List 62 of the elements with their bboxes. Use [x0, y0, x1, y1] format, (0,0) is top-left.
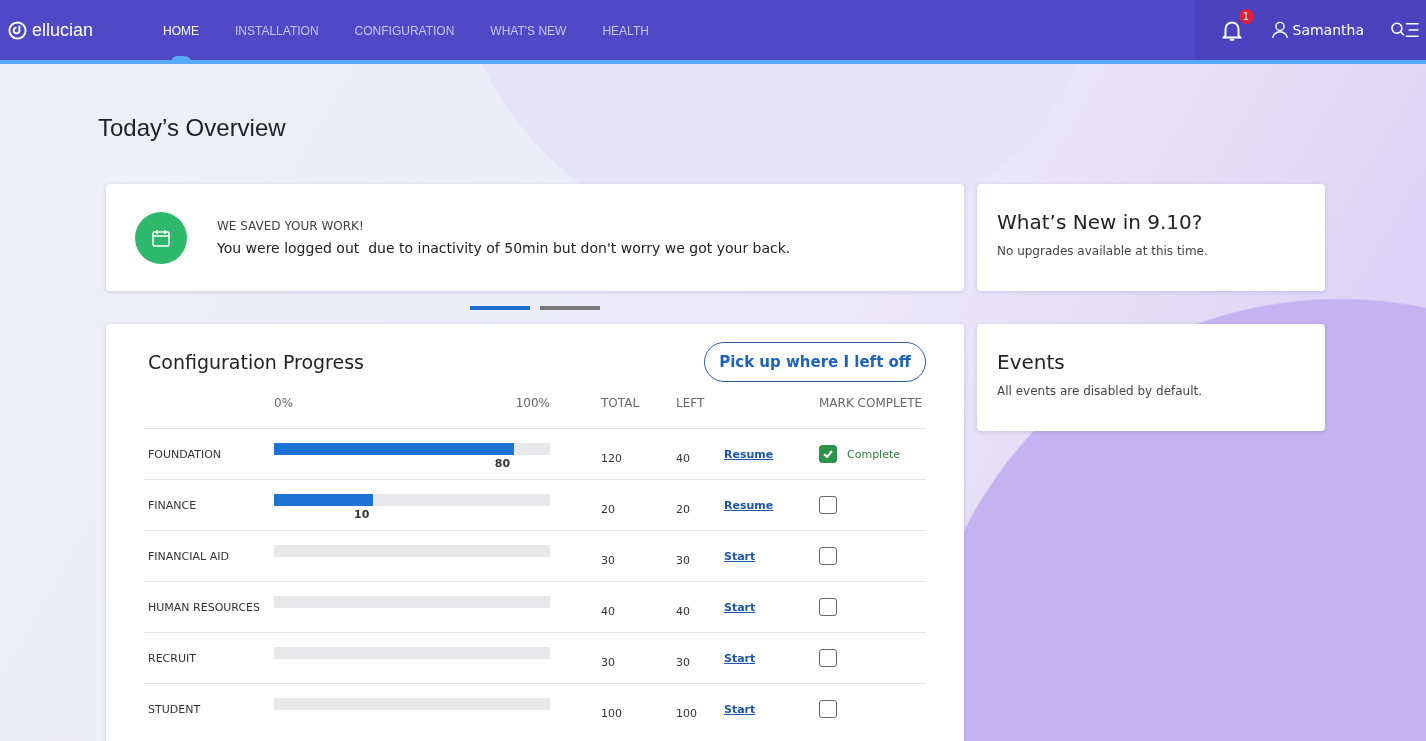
total-count: 30 — [601, 552, 616, 567]
nav-tab[interactable]: INSTALLATION — [235, 0, 319, 60]
person-icon — [1270, 20, 1289, 40]
checkbox[interactable] — [819, 598, 837, 616]
nav-tab[interactable]: HEALTH — [602, 0, 649, 60]
progress-value: 80 — [494, 457, 511, 470]
left-count: 40 — [676, 603, 691, 618]
logo-text: ellucian — [32, 19, 94, 41]
column-header: TOTAL — [601, 396, 641, 410]
checkbox[interactable] — [819, 445, 837, 463]
notice-message: You were logged out due to inactivity of 50min but don't worry we got your back. — [217, 240, 791, 256]
card-text: All events are disabled by default. — [997, 384, 1204, 398]
total-count: 120 — [601, 450, 623, 465]
card-text: No upgrades available at this time. — [997, 244, 1209, 258]
logo-icon — [8, 20, 27, 40]
left-count: 30 — [676, 654, 691, 669]
notification-badge: 1 — [1238, 9, 1254, 24]
left-count: 100 — [676, 705, 698, 720]
column-header: LEFT — [676, 396, 706, 410]
nav-tab[interactable]: WHAT'S NEW — [490, 0, 567, 60]
left-count: 20 — [676, 501, 691, 516]
checkbox[interactable] — [819, 496, 837, 514]
checkbox[interactable] — [819, 649, 837, 667]
total-count: 30 — [601, 654, 616, 669]
card-title: Configuration Progress — [148, 351, 364, 373]
resume-button[interactable]: Pick up where I left off — [704, 342, 926, 382]
progress-value: 10 — [354, 508, 370, 521]
module-name: HUMAN RESOURCES — [147, 600, 262, 614]
nav-tab[interactable]: CONFIGURATION — [354, 0, 455, 60]
search-menu-icon[interactable] — [1390, 21, 1420, 39]
notice-title: WE SAVED YOUR WORK! — [217, 219, 365, 233]
card-title: What’s New in 9.10? — [997, 210, 1204, 234]
status-text: Complete — [847, 447, 900, 461]
total-count: 100 — [601, 705, 623, 720]
action-link[interactable]: Start — [724, 600, 756, 614]
column-header: 100% — [515, 396, 550, 410]
left-count: 30 — [676, 552, 691, 567]
left-count: 40 — [676, 450, 691, 465]
calendar-icon — [135, 211, 187, 264]
total-count: 40 — [601, 603, 616, 618]
carousel-indicator[interactable] — [540, 305, 600, 310]
checkbox[interactable] — [819, 547, 837, 565]
action-link[interactable]: Resume — [724, 498, 774, 512]
module-name: STUDENT — [147, 702, 202, 716]
checkbox[interactable] — [819, 700, 837, 718]
module-name: FOUNDATION — [147, 447, 223, 461]
carousel-indicator[interactable] — [470, 305, 530, 310]
nav-tab[interactable]: HOME — [163, 0, 199, 60]
card-title: Events — [997, 350, 1066, 374]
module-name: FINANCE — [147, 498, 198, 512]
action-link[interactable]: Start — [724, 702, 756, 716]
check-icon — [822, 448, 834, 460]
page-title: Today’s Overview — [98, 114, 287, 142]
action-link[interactable]: Start — [724, 549, 756, 563]
column-header: MARK COMPLETE — [819, 396, 924, 410]
action-link[interactable]: Resume — [724, 447, 774, 461]
module-name: RECRUIT — [147, 651, 197, 665]
module-name: FINANCIAL AID — [147, 549, 230, 563]
action-link[interactable]: Start — [724, 651, 756, 665]
user-menu[interactable]: Samantha — [1270, 20, 1364, 40]
column-header: 0% — [274, 396, 294, 410]
total-count: 20 — [601, 501, 616, 516]
